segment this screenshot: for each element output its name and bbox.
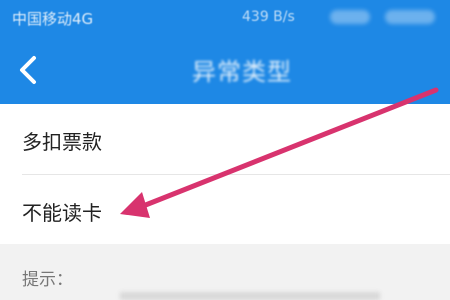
option-overcharge[interactable]: 多扣票款 bbox=[0, 104, 450, 174]
app-screen: 中国移动4G 439 B/s 异常类型 多扣票款 不能读卡 提示： bbox=[0, 0, 450, 300]
status-bar: 中国移动4G 439 B/s bbox=[0, 0, 450, 36]
tip-text bbox=[120, 292, 380, 300]
abnormal-type-list: 多扣票款 不能读卡 bbox=[0, 104, 450, 244]
network-speed: 439 B/s bbox=[242, 9, 295, 25]
option-card-unreadable[interactable]: 不能读卡 bbox=[0, 175, 450, 245]
page-title: 异常类型 bbox=[192, 58, 292, 86]
battery-icon bbox=[385, 10, 435, 24]
carrier-label: 中国移动4G bbox=[12, 10, 94, 28]
option-label: 不能读卡 bbox=[22, 201, 102, 225]
tip-label: 提示： bbox=[22, 270, 73, 290]
status-icons bbox=[330, 10, 370, 24]
back-button[interactable] bbox=[8, 50, 48, 90]
chevron-left-icon bbox=[20, 56, 36, 84]
option-label: 多扣票款 bbox=[22, 130, 102, 154]
navigation-bar: 异常类型 bbox=[0, 36, 450, 104]
